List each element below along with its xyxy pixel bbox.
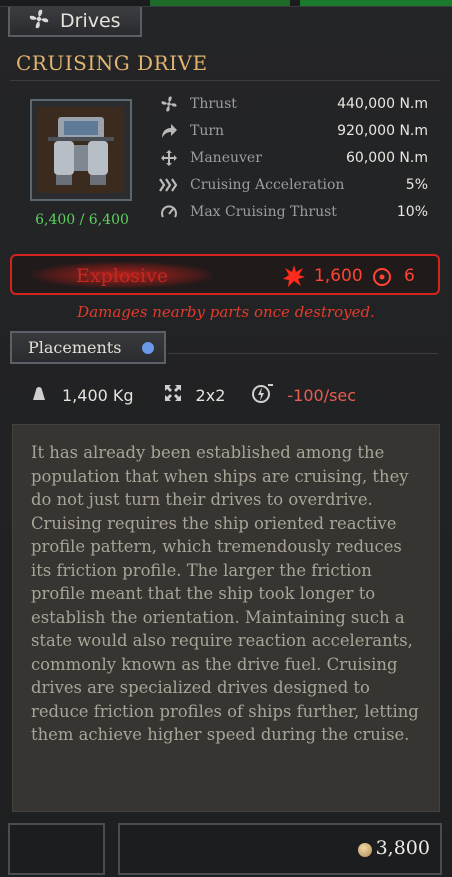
health-value: 6,400 / 6,400 xyxy=(35,212,129,228)
speedometer-icon xyxy=(158,203,180,221)
explosion-icon xyxy=(282,264,306,292)
turn-arrow-icon xyxy=(158,122,180,140)
item-thumbnail xyxy=(30,99,132,201)
item-title: CRUISING DRIVE xyxy=(16,51,208,75)
stat-value: 10% xyxy=(396,204,428,220)
stat-value: 60,000 N.m xyxy=(346,150,428,166)
stat-label: Thrust xyxy=(190,96,237,112)
buy-button[interactable]: 3,800 xyxy=(118,823,442,875)
divider xyxy=(10,80,440,81)
power-value: -100/sec xyxy=(287,385,357,405)
specs-row: 1,400 Kg 2x2 -100/sec xyxy=(30,383,356,407)
stat-label: Turn xyxy=(190,123,225,139)
tab-placements[interactable]: Placements xyxy=(10,331,166,364)
stat-cruising-acceleration: Cruising Acceleration 5% xyxy=(158,174,428,196)
divider xyxy=(168,353,438,354)
radius-icon xyxy=(372,267,392,291)
stat-value: 920,000 N.m xyxy=(337,123,428,139)
explosive-description: Damages nearby parts once destroyed. xyxy=(77,303,375,321)
stat-max-cruising-thrust: Max Cruising Thrust 10% xyxy=(158,201,428,223)
explosive-radius: 6 xyxy=(404,266,415,286)
size-icon xyxy=(164,384,182,406)
weight-icon xyxy=(30,385,48,405)
tab-drives[interactable]: Drives xyxy=(8,7,142,37)
indicator-dot xyxy=(142,341,154,354)
explosive-box: Explosive 1,600 6 xyxy=(10,254,440,295)
secondary-button[interactable] xyxy=(8,823,105,875)
weight-value: 1,400 Kg xyxy=(62,385,134,405)
chevrons-icon xyxy=(158,176,180,194)
stat-label: Max Cruising Thrust xyxy=(190,204,337,220)
stat-label: Maneuver xyxy=(190,150,262,166)
fan-icon xyxy=(28,8,50,34)
move-arrows-icon xyxy=(158,149,180,167)
stat-value: 5% xyxy=(405,177,428,193)
fan-icon xyxy=(158,95,180,113)
price-value: 3,800 xyxy=(375,837,430,859)
stat-maneuver: Maneuver 60,000 N.m xyxy=(158,147,428,169)
stat-value: 440,000 N.m xyxy=(337,96,428,112)
size-value: 2x2 xyxy=(195,385,226,405)
explosive-damage: 1,600 xyxy=(314,266,363,286)
tab-label: Drives xyxy=(60,10,121,32)
power-icon xyxy=(251,383,274,407)
coin-icon xyxy=(358,843,372,857)
explosive-title: Explosive xyxy=(76,265,169,287)
stat-label: Cruising Acceleration xyxy=(190,177,345,193)
stat-thrust: Thrust 440,000 N.m xyxy=(158,93,428,115)
drive-image xyxy=(38,107,124,193)
item-panel: Drives CRUISING DRIVE 6,400 / 6,400 Thru… xyxy=(0,6,452,877)
placements-label: Placements xyxy=(28,338,122,357)
stat-turn: Turn 920,000 N.m xyxy=(158,120,428,142)
item-description: It has already been established among th… xyxy=(12,424,440,812)
